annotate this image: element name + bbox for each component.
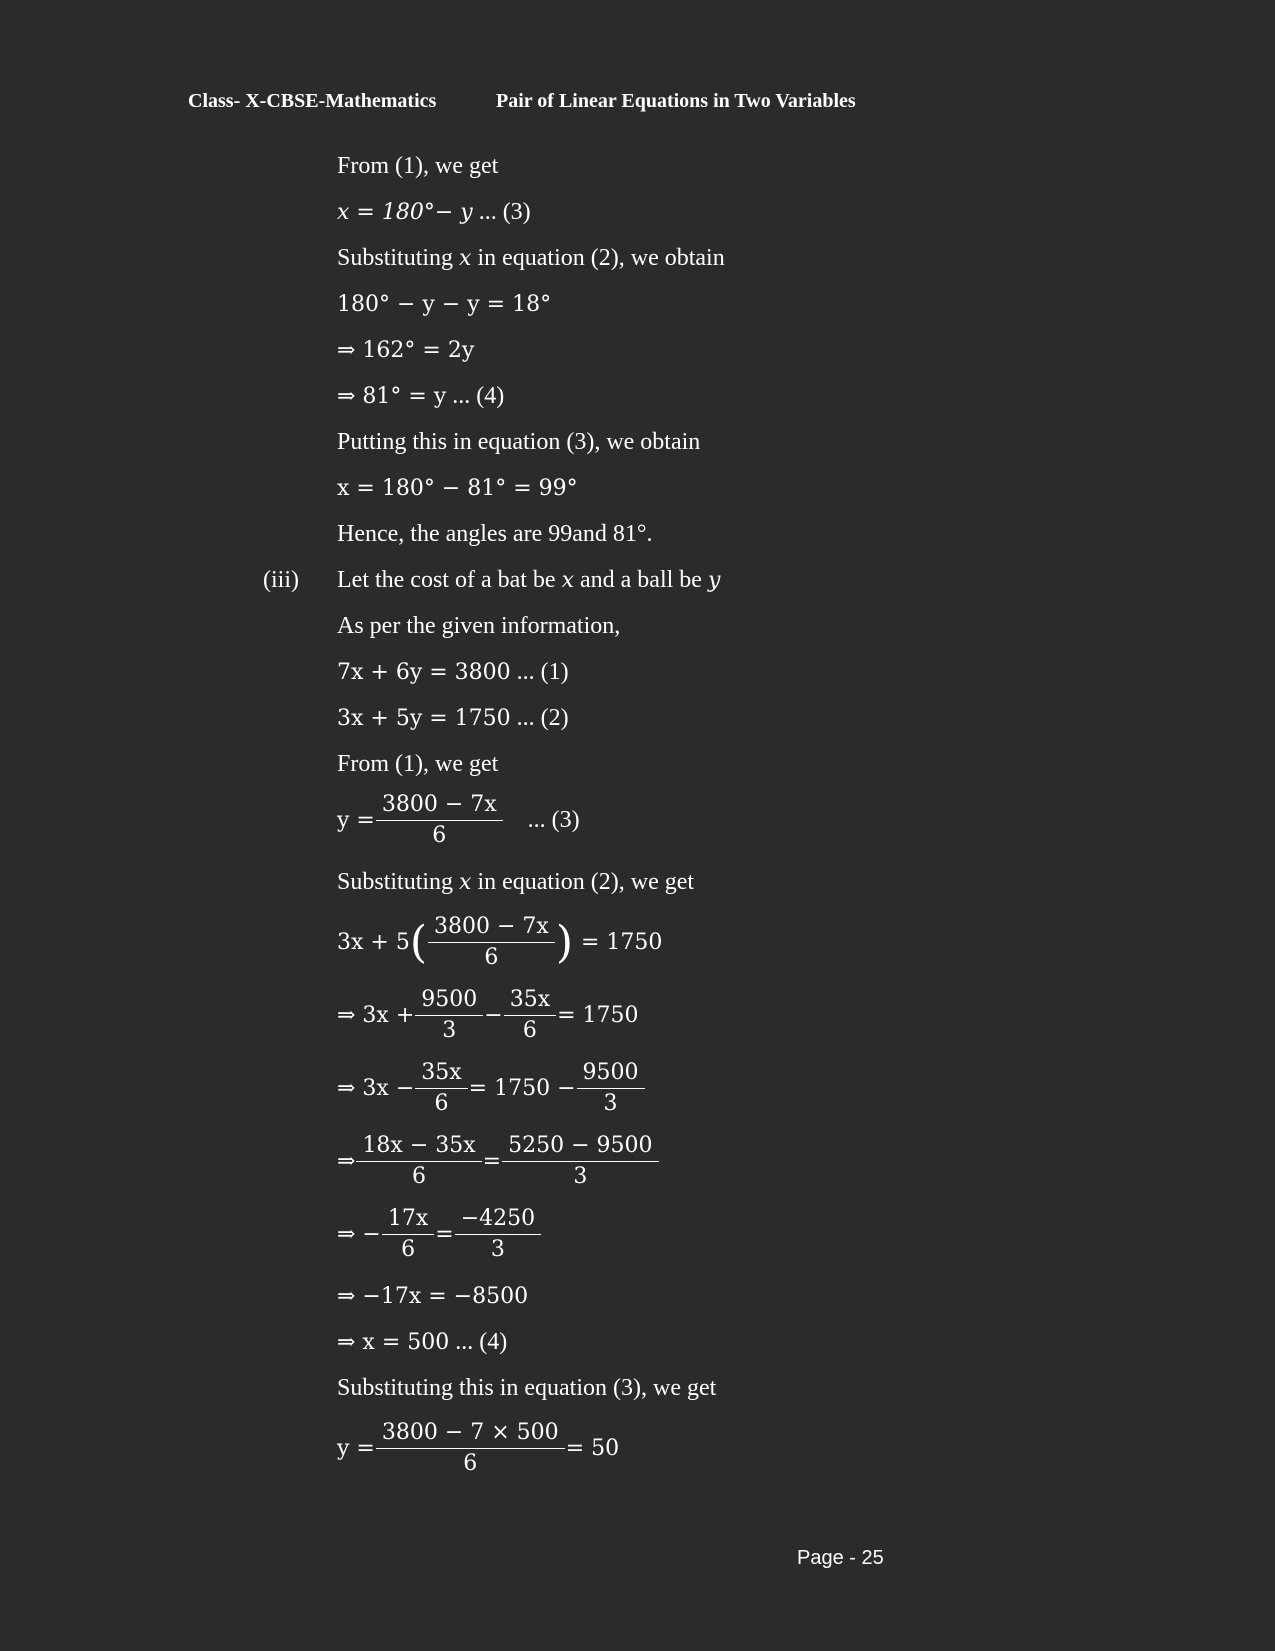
equation-line: ⇒ 3x + 9500 3 − 35x 6 = 1750 — [337, 985, 639, 1046]
fraction: 3800 − 7x 6 — [428, 912, 555, 973]
equation-line: ⇒ x = 500 ... (4) — [337, 1329, 508, 1355]
equation-line: ⇒ 18x − 35x 6 = 5250 − 9500 3 — [337, 1131, 660, 1192]
fraction: 17x 6 — [381, 1204, 435, 1265]
page-number: Page - 25 — [797, 1547, 884, 1569]
fraction: 18x − 35x 6 — [356, 1131, 482, 1192]
equation-line: y = 3800 − 7 × 500 6 = 50 — [337, 1418, 619, 1479]
fraction: 35x 6 — [503, 985, 557, 1046]
header-chapter-title: Pair of Linear Equations in Two Variable… — [496, 90, 856, 112]
equation-line: 3x + 5y = 1750 ... (2) — [337, 705, 569, 731]
fraction: 3800 − 7x 6 — [375, 790, 503, 851]
fraction: 9500 3 — [576, 1058, 645, 1119]
header-class-subject: Class- X-CBSE-Mathematics — [188, 90, 437, 112]
fraction: 5250 − 9500 3 — [502, 1131, 659, 1192]
equation-line: y = 3800 − 7x 6 ... (3) — [337, 790, 580, 851]
fraction: 35x 6 — [415, 1058, 468, 1119]
equation-line: ⇒ −17x = −8500 — [337, 1284, 529, 1309]
equation-line: ⇒ 162° = 2y — [337, 338, 475, 363]
text-line: Substituting x in equation (2), we obtai… — [337, 245, 725, 271]
fraction: 3800 − 7 × 500 6 — [375, 1418, 565, 1479]
equation-line: ⇒ − 17x 6 = −4250 3 — [337, 1204, 542, 1265]
text-line: Putting this in equation (3), we obtain — [337, 429, 701, 455]
equation-line: 3x + 5 ( 3800 − 7x 6 ) = 1750 — [337, 912, 662, 973]
text-line: From (1), we get — [337, 751, 499, 777]
equation-line: ⇒ 3x − 35x 6 = 1750 − 9500 3 — [337, 1058, 646, 1119]
fraction: −4250 3 — [454, 1204, 542, 1265]
equation-line: ⇒ 81° = y ... (4) — [337, 383, 505, 409]
text-line: As per the given information, — [337, 613, 621, 639]
equation-line: x = 180° − 81° = 99° — [337, 476, 578, 501]
text-line: From (1), we get — [337, 153, 499, 179]
text-line: Substituting x in equation (2), we get — [337, 869, 695, 895]
equation-line: x = 180°− y ... (3) — [337, 199, 531, 225]
text-line: Let the cost of a bat be x and a ball be… — [337, 567, 721, 593]
equation-line: 7x + 6y = 3800 ... (1) — [337, 659, 569, 685]
text-line: Hence, the angles are 99and 81°. — [337, 521, 653, 547]
part-label: (iii) — [263, 567, 299, 593]
fraction: 9500 3 — [415, 985, 484, 1046]
equation-line: 180° − y − y = 18° — [337, 292, 552, 317]
text-line: Substituting this in equation (3), we ge… — [337, 1375, 717, 1401]
